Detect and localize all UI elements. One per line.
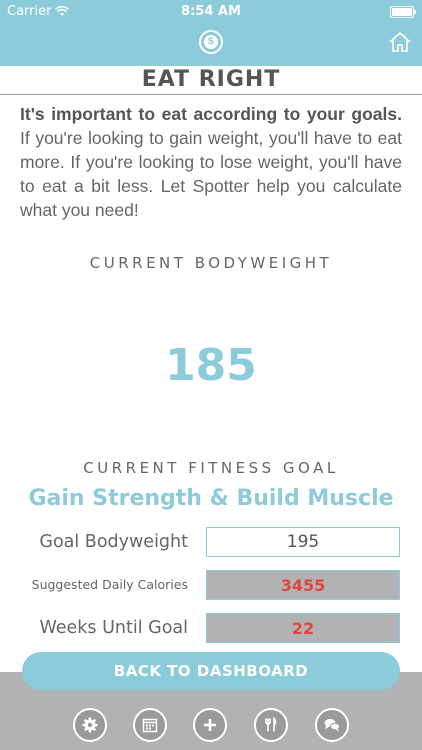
fitness-goal-label: CURRENT FITNESS GOAL xyxy=(83,459,339,477)
nutrition-icon[interactable] xyxy=(254,708,288,742)
bodyweight-value[interactable]: 185 xyxy=(0,340,422,391)
spotter-logo-icon[interactable]: S xyxy=(199,30,223,54)
status-bar: Carrier 8:54 AM xyxy=(0,3,422,21)
fitness-goal-name[interactable]: Gain Strength & Build Muscle xyxy=(0,486,422,511)
intro-text: It's important to eat according to your … xyxy=(20,102,402,222)
calories-label: Suggested Daily Calories xyxy=(31,577,188,592)
weeks-value: 22 xyxy=(206,613,400,643)
top-bar: Carrier 8:54 AM S xyxy=(0,0,422,66)
calories-value: 3455 xyxy=(206,570,400,600)
battery-icon xyxy=(390,6,416,18)
calendar-icon[interactable] xyxy=(133,708,167,742)
bodyweight-label: CURRENT BODYWEIGHT xyxy=(89,254,333,272)
chat-icon[interactable] xyxy=(315,708,349,742)
intro-bold: It's important to eat according to your … xyxy=(20,104,402,124)
page-title: EAT RIGHT xyxy=(0,66,422,95)
settings-icon[interactable] xyxy=(73,708,107,742)
add-icon[interactable] xyxy=(193,708,227,742)
intro-rest: If you're looking to gain weight, you'll… xyxy=(20,128,402,220)
home-icon[interactable] xyxy=(388,30,412,54)
logo-letter: S xyxy=(204,35,218,49)
goal-bodyweight-label: Goal Bodyweight xyxy=(39,532,188,552)
goal-bodyweight-field[interactable]: 195 xyxy=(206,527,400,557)
clock: 8:54 AM xyxy=(181,4,241,19)
back-to-dashboard-button[interactable]: BACK TO DASHBOARD xyxy=(22,652,400,690)
weeks-label: Weeks Until Goal xyxy=(39,618,188,638)
